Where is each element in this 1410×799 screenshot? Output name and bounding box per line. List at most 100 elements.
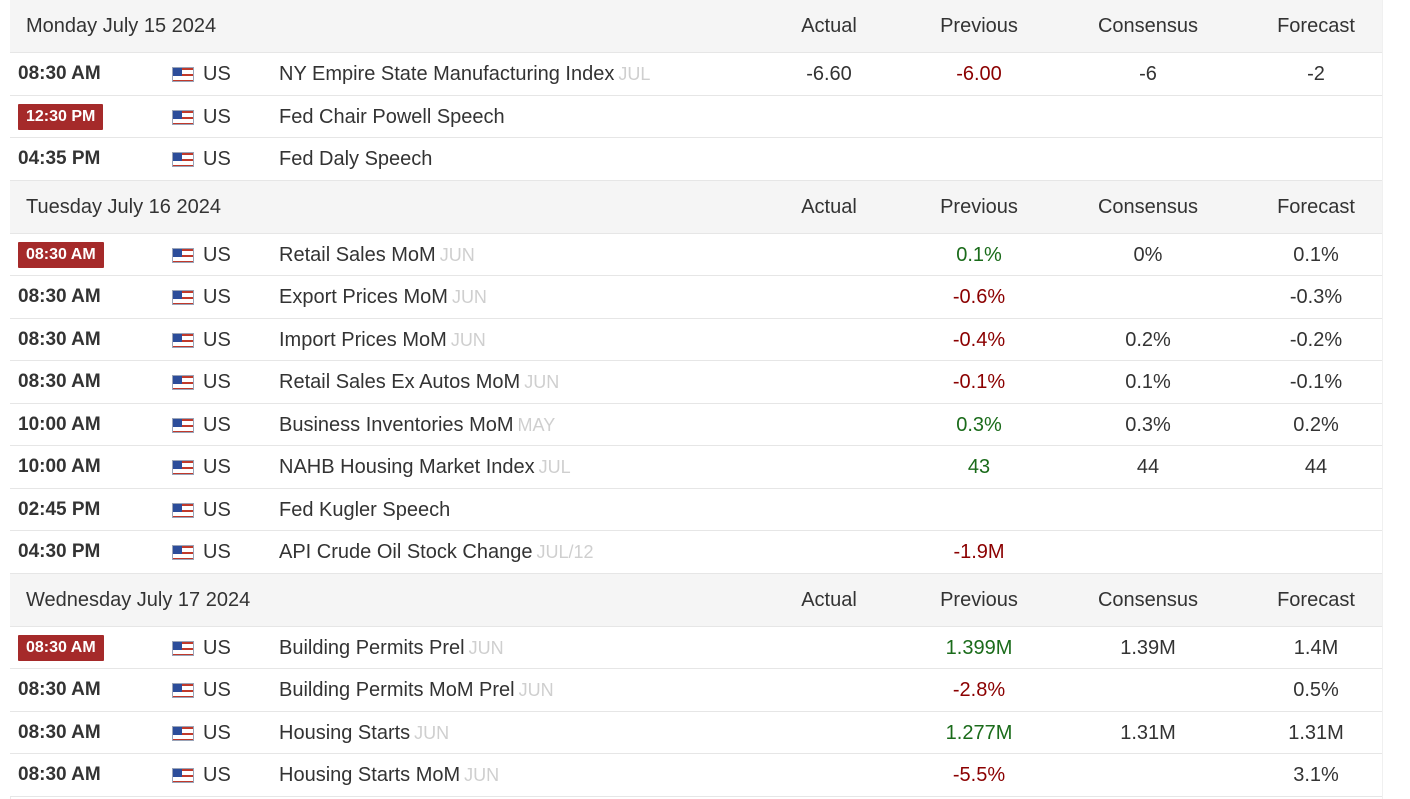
reference-period: JUN [468, 637, 504, 658]
day-title: Tuesday July 16 2024 [26, 195, 221, 218]
event-row[interactable]: 08:30 AM US Building Permits MoM Prel JUN -2… [10, 669, 1382, 712]
column-header-actual: Actual [801, 195, 857, 218]
forecast-value: 1.4M [1293, 636, 1339, 659]
country-code: US [203, 371, 231, 393]
event-row[interactable]: 08:30 AM US Retail Sales Ex Autos MoM JUN -0… [10, 361, 1382, 404]
previous-value: 43 [967, 456, 991, 478]
event-row[interactable]: 04:35 PM US Fed Daly Speech [10, 138, 1382, 181]
event-row[interactable]: 10:00 AM US NAHB Housing Market Index JUL 43… [10, 446, 1382, 489]
event-name: API Crude Oil Stock Change [279, 541, 533, 563]
day-header: Wednesday July 17 2024 Actual Previous Cons… [10, 573, 1382, 627]
event-name: Building Permits Prel [279, 636, 465, 659]
previous-value: -1.9M [953, 541, 1005, 563]
column-header-forecast: Forecast [1277, 15, 1355, 37]
event-row[interactable]: 08:30 AM US NY Empire State Manufacturing … [10, 53, 1382, 96]
event-row[interactable]: 08:30 AM US Building Permits Prel JUN 1.399M… [10, 626, 1382, 669]
reference-period: MAY [517, 414, 556, 435]
event-time: 08:30 AM [18, 679, 101, 700]
event-time: 08:30 AM [18, 371, 101, 392]
event-row[interactable]: 08:30 AM US Export Prices MoM JUN -0.6% -0.3% [10, 276, 1382, 319]
event-time: 10:00 AM [18, 413, 101, 435]
event-name-link[interactable]: Housing Starts JUN [279, 722, 449, 745]
country-code: US [203, 413, 231, 436]
event-name-link[interactable]: NAHB Housing Market Index JUL [279, 456, 571, 479]
reference-period: JUN [414, 722, 450, 743]
event-name: Fed Chair Powell Speech [279, 105, 505, 128]
event-name-link[interactable]: Housing Starts MoM JUN [279, 764, 499, 787]
reference-period: JUL [538, 457, 571, 477]
event-name: Housing Starts [279, 721, 411, 744]
event-time: 04:30 PM [18, 541, 101, 562]
event-row[interactable]: 08:30 AM US Housing Starts MoM JUN -5.5% 3.1% [10, 754, 1382, 797]
event-name: Retail Sales Ex Autos MoM [279, 371, 521, 393]
column-header-actual: Actual [801, 15, 857, 37]
event-row[interactable]: 02:45 PM US Fed Kugler Speech [10, 488, 1382, 531]
previous-value: -0.6% [952, 286, 1006, 308]
column-header-previous: Previous [940, 15, 1018, 37]
us-flag-icon [172, 247, 194, 263]
previous-value: -5.5% [952, 764, 1006, 786]
event-row[interactable]: 04:30 PM US API Crude Oil Stock Change JUL/… [10, 531, 1382, 574]
event-name-link[interactable]: Retail Sales Ex Autos MoM JUN [279, 371, 559, 394]
reference-period: JUN [450, 329, 486, 350]
us-flag-icon [172, 67, 194, 82]
previous-value: -2.8% [952, 679, 1006, 701]
forecast-value: 3.1% [1293, 764, 1339, 786]
event-row[interactable]: 08:30 AM US Import Prices MoM JUN -0.4% 0.2% -… [10, 318, 1382, 361]
forecast-value: 1.31M [1288, 721, 1344, 744]
consensus-value: 0% [1133, 243, 1163, 266]
forecast-value: -0.3% [1289, 286, 1343, 308]
reference-period: JUN [518, 680, 554, 700]
table-right-border [1382, 0, 1383, 799]
event-name-link[interactable]: Fed Daly Speech [279, 148, 432, 171]
event-name-link[interactable]: Building Permits Prel JUN [279, 637, 504, 660]
column-header-consensus: Consensus [1097, 15, 1199, 37]
actual-value: -6.60 [806, 63, 852, 85]
event-name-link[interactable]: Building Permits MoM Prel JUN [279, 679, 554, 702]
us-flag-icon [172, 640, 194, 656]
event-name-link[interactable]: Export Prices MoM JUN [279, 286, 487, 309]
column-header-forecast: Forecast [1277, 588, 1355, 611]
day-title: Monday July 15 2024 [26, 15, 217, 37]
event-name-link[interactable]: NY Empire State Manufacturing Index JUL [279, 63, 650, 86]
event-name-link[interactable]: Retail Sales MoM JUN [279, 244, 475, 267]
event-row[interactable]: 10:00 AM US Business Inventories MoM MAY 0.3… [10, 403, 1382, 446]
previous-value: -0.4% [952, 328, 1006, 351]
forecast-value: -0.2% [1289, 328, 1343, 351]
event-name-link[interactable]: Fed Chair Powell Speech [279, 106, 505, 129]
forecast-value: 0.2% [1293, 413, 1339, 436]
event-name: NY Empire State Manufacturing Index [279, 63, 615, 85]
reference-period: JUN [524, 372, 560, 392]
event-name-link[interactable]: API Crude Oil Stock Change JUL/12 [279, 541, 594, 564]
us-flag-icon [172, 502, 194, 518]
economic-calendar-table: Monday July 15 2024 Actual Previous Consens… [10, 0, 1382, 797]
us-flag-icon [172, 152, 194, 167]
event-name: Business Inventories MoM [279, 413, 514, 436]
event-row[interactable]: 08:30 AM US Retail Sales MoM JUN 0.1% 0% 0.1% [10, 233, 1382, 276]
forecast-value: 0.1% [1293, 243, 1339, 266]
column-header-actual: Actual [801, 588, 857, 611]
reference-period: JUN [439, 244, 475, 265]
country-code: US [203, 636, 231, 659]
country-code: US [203, 148, 231, 170]
country-code: US [203, 105, 231, 128]
event-time: 08:30 AM [18, 634, 104, 661]
event-name-link[interactable]: Import Prices MoM JUN [279, 329, 486, 352]
column-header-previous: Previous [940, 588, 1018, 611]
event-name: Building Permits MoM Prel [279, 679, 515, 701]
event-name-link[interactable]: Fed Kugler Speech [279, 499, 450, 522]
column-header-forecast: Forecast [1277, 195, 1355, 218]
event-name: NAHB Housing Market Index [279, 456, 535, 478]
event-time: 08:30 AM [18, 328, 101, 350]
column-header-consensus: Consensus [1097, 195, 1199, 218]
forecast-value: -2 [1307, 63, 1325, 85]
event-row[interactable]: 12:30 PM US Fed Chair Powell Speech [10, 95, 1382, 138]
event-name-link[interactable]: Business Inventories MoM MAY [279, 414, 555, 437]
forecast-value: -0.1% [1289, 371, 1343, 393]
us-flag-icon [172, 290, 194, 305]
event-row[interactable]: 08:30 AM US Housing Starts JUN 1.277M 1.31M 1.… [10, 711, 1382, 754]
us-flag-icon [172, 460, 194, 475]
us-flag-icon [172, 725, 194, 741]
consensus-value: -6 [1139, 63, 1157, 85]
us-flag-icon [172, 545, 194, 560]
